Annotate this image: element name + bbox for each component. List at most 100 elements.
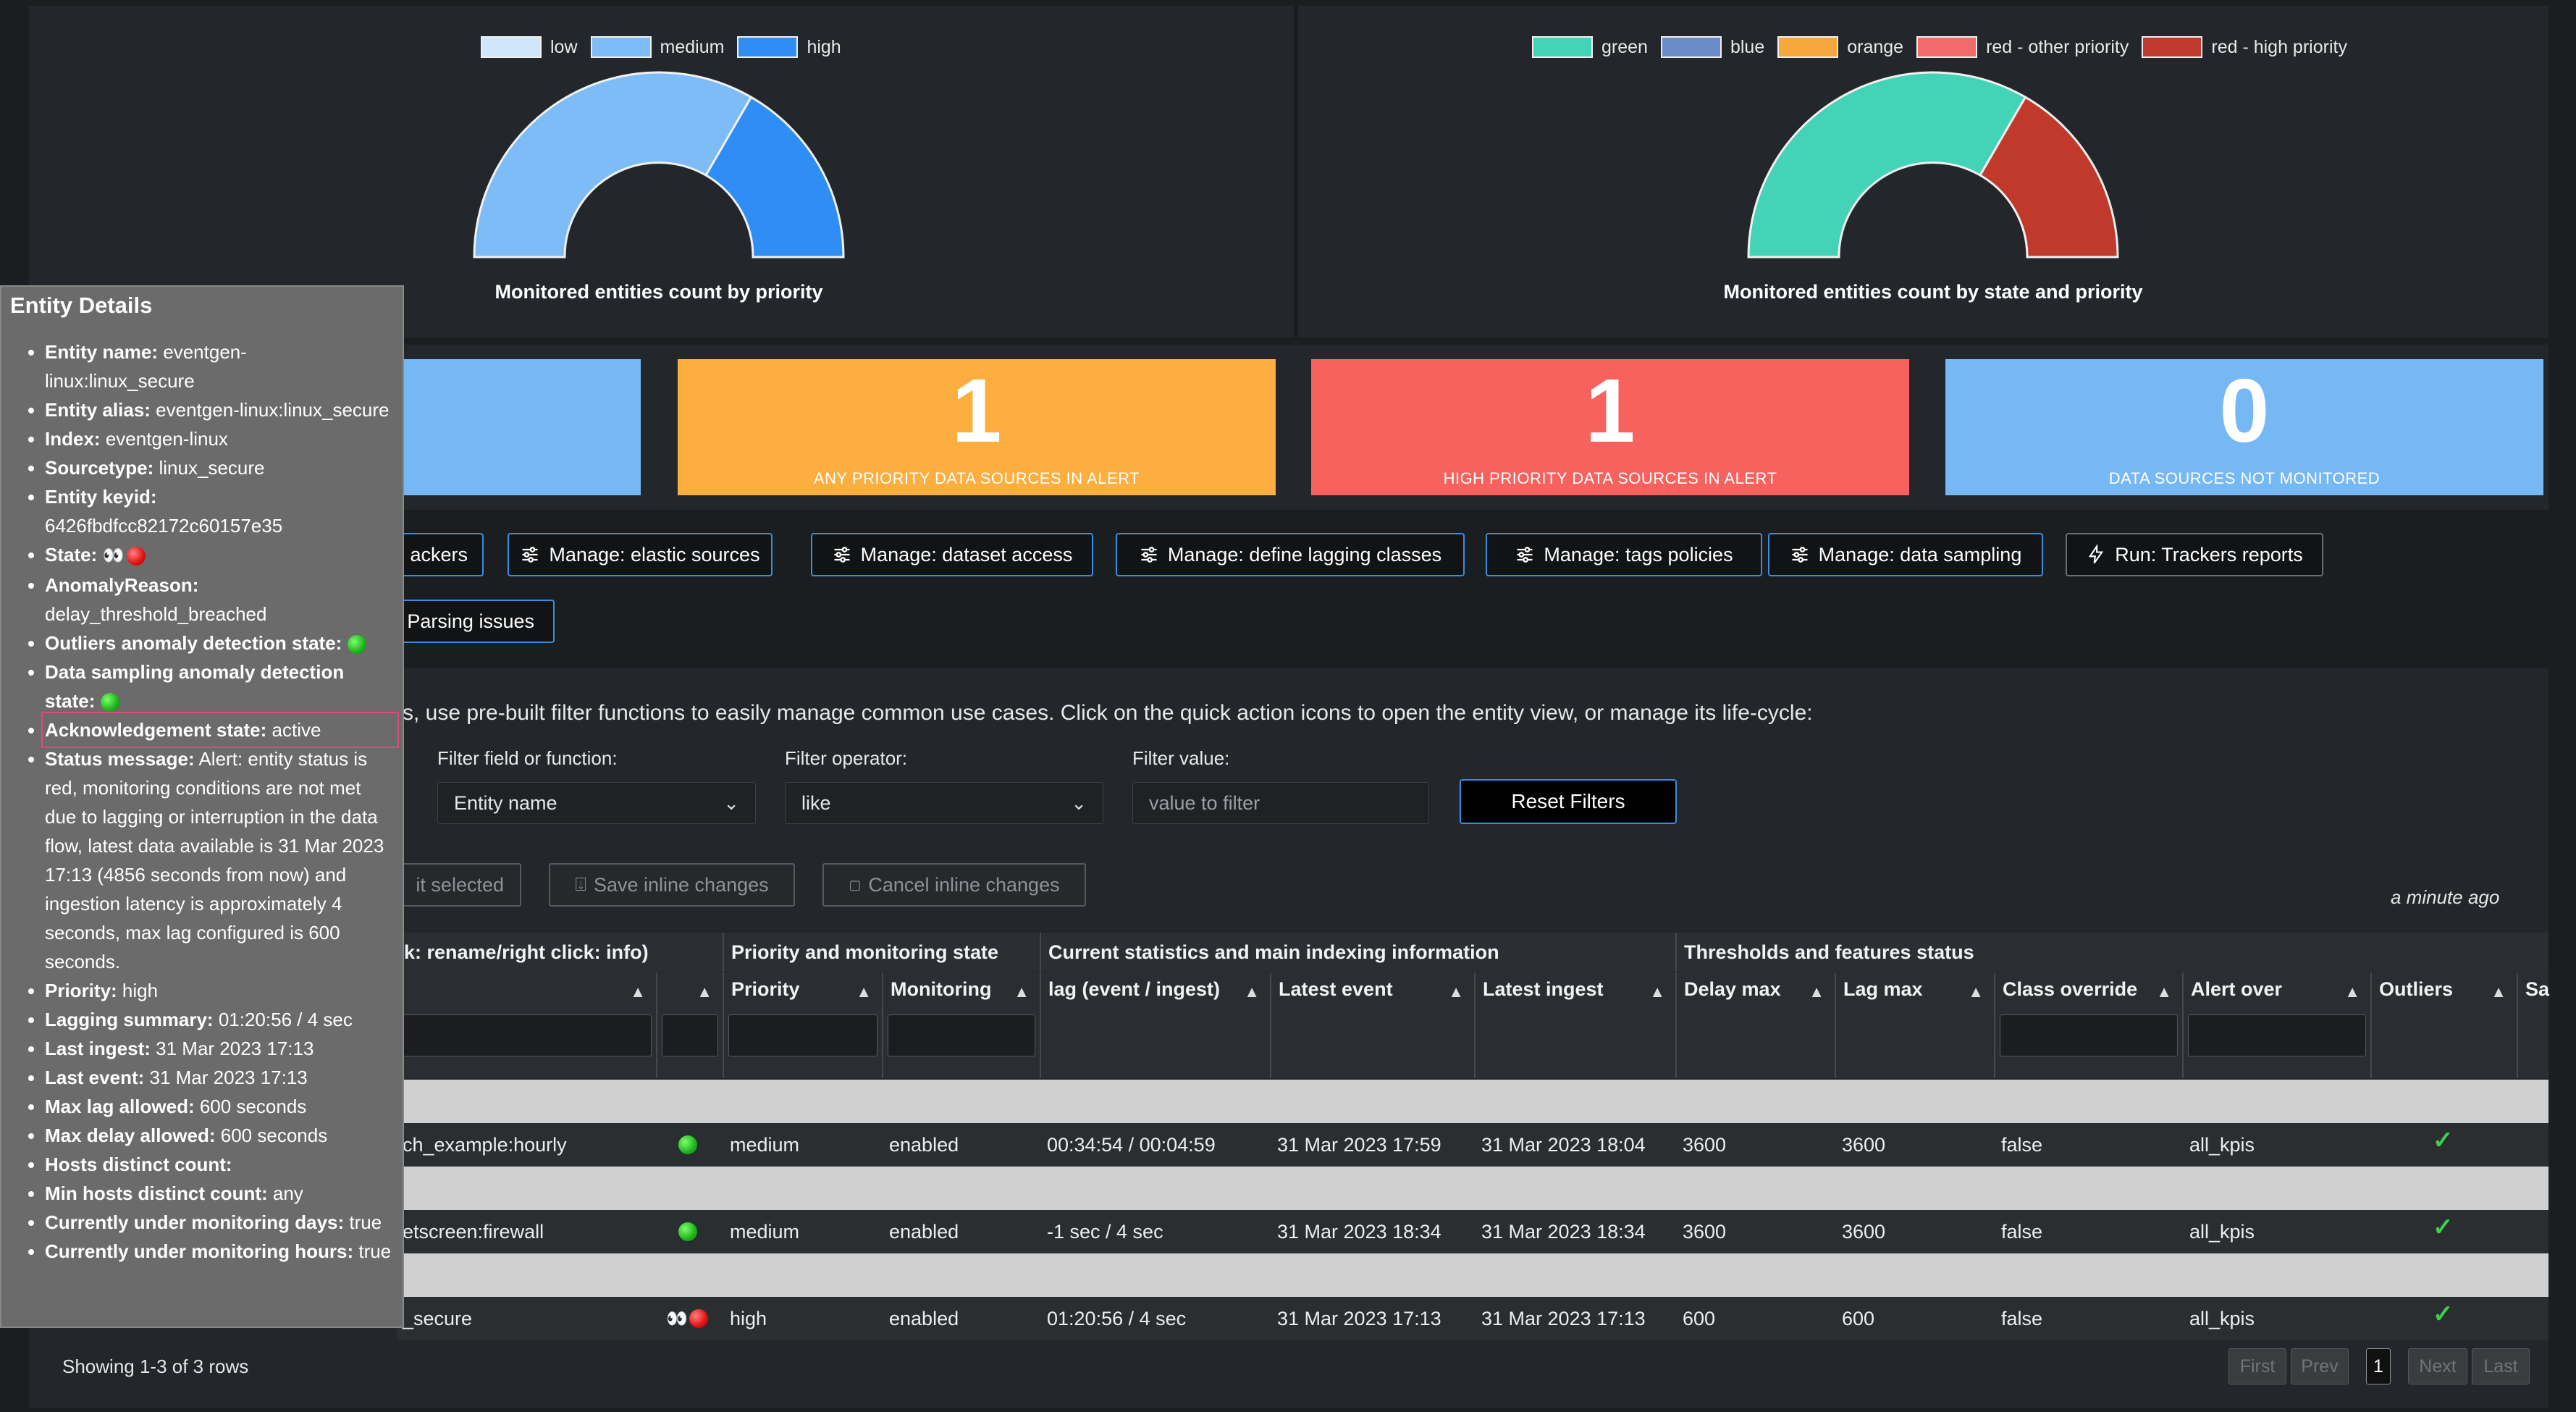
cancel-inline-changes-button[interactable]: ▢ Cancel inline changes <box>822 863 1086 907</box>
detail-item: Outliers anomaly detection state: <box>45 629 395 657</box>
kpi-high-priority-alert[interactable]: 1 HIGH PRIORITY DATA SOURCES IN ALERT <box>1311 359 1909 495</box>
cell-alert-over[interactable]: all_kpis <box>2189 1297 2255 1340</box>
column-header-delay-max[interactable]: Delay max ▲ <box>1677 972 1836 1078</box>
edit-selected-button[interactable]: it selected <box>403 863 521 907</box>
sort-icon[interactable]: ▲ <box>856 983 872 1001</box>
red-status-icon <box>689 1309 708 1328</box>
column-header-state[interactable]: ▲ <box>657 972 724 1078</box>
cell-alert-over[interactable]: all_kpis <box>2189 1123 2255 1167</box>
legend-item-high[interactable]: high <box>737 36 841 58</box>
cell-state[interactable] <box>678 1123 697 1167</box>
column-header-name[interactable]: ▲ <box>397 972 657 1078</box>
priority-chart-title: Monitored entities count by priority <box>494 281 823 303</box>
cell-monitoring[interactable]: enabled <box>889 1297 959 1340</box>
cell-state[interactable]: 👀 <box>666 1297 708 1340</box>
sort-icon[interactable]: ▲ <box>2344 983 2360 1001</box>
cell-class-override[interactable]: false <box>2001 1297 2042 1340</box>
pager-next-button[interactable]: Next <box>2408 1348 2467 1384</box>
sort-icon[interactable]: ▲ <box>2156 983 2172 1001</box>
cell-state[interactable] <box>678 1210 697 1253</box>
cell-latest-ingest: 31 Mar 2023 18:04 <box>1481 1133 1646 1156</box>
legend-item-green[interactable]: green <box>1532 36 1648 58</box>
pager-last-button[interactable]: Last <box>2472 1348 2530 1384</box>
filter-operator-label: Filter operator: <box>785 747 908 769</box>
pager-first-button[interactable]: First <box>2228 1348 2286 1384</box>
cell-monitoring[interactable]: enabled <box>889 1210 959 1253</box>
sort-icon[interactable]: ▲ <box>1448 983 1464 1001</box>
legend-item-blue[interactable]: blue <box>1660 36 1764 58</box>
column-filter-input[interactable] <box>728 1014 877 1056</box>
legend-item-red-other[interactable]: red - other priority <box>1916 36 2129 58</box>
cell-delay-max[interactable]: 600 <box>1683 1297 1715 1340</box>
column-header-priority[interactable]: Priority ▲ <box>724 972 883 1078</box>
sort-icon[interactable]: ▲ <box>630 983 646 1001</box>
sort-icon[interactable]: ▲ <box>1649 983 1665 1001</box>
filter-value-input[interactable]: value to filter <box>1132 782 1429 824</box>
pager-prev-button[interactable]: Prev <box>2291 1348 2349 1384</box>
legend-item-low[interactable]: low <box>481 36 578 58</box>
column-header-alert-over[interactable]: Alert over ▲ <box>2184 972 2372 1078</box>
detail-item: Entity keyid: 6426fbdfcc82172c60157e35 <box>45 482 395 540</box>
column-header-latest-ingest[interactable]: Latest ingest ▲ <box>1476 972 1677 1078</box>
manage-elastic-sources-button[interactable]: Manage: elastic sources <box>508 533 773 576</box>
sliders-icon <box>1141 547 1157 563</box>
column-filter-input[interactable] <box>2000 1014 2178 1056</box>
column-header-lag-max[interactable]: Lag max ▲ <box>1836 972 1995 1078</box>
manage-data-sampling-button[interactable]: Manage: data sampling <box>1768 533 2043 576</box>
cell-entity-name[interactable]: ch_example:hourly <box>403 1123 567 1167</box>
legend-item-orange[interactable]: orange <box>1777 36 1903 58</box>
cell-lag-max[interactable]: 3600 <box>1842 1123 1885 1167</box>
column-filter-input[interactable] <box>2188 1014 2366 1056</box>
run-trackers-reports-button[interactable]: Run: Trackers reports <box>2066 533 2323 576</box>
filter-field-label: Filter field or function: <box>437 747 618 769</box>
column-header-latest-event[interactable]: Latest event ▲ <box>1271 972 1476 1078</box>
cell-delay-max[interactable]: 3600 <box>1683 1210 1726 1253</box>
column-filter-input[interactable] <box>662 1014 718 1056</box>
save-inline-changes-button[interactable]: ⍗ Save inline changes <box>549 863 795 907</box>
sort-icon[interactable]: ▲ <box>1968 983 1984 1001</box>
cell-priority[interactable]: high <box>730 1297 767 1340</box>
sort-icon[interactable]: ▲ <box>1244 983 1260 1001</box>
sort-icon[interactable]: ▲ <box>696 983 712 1001</box>
manage-lagging-classes-button[interactable]: Manage: define lagging classes <box>1116 533 1465 576</box>
filter-field-select[interactable]: Entity name ⌄ <box>437 782 756 824</box>
column-filter-input[interactable] <box>888 1014 1035 1056</box>
sort-icon[interactable]: ▲ <box>1014 983 1030 1001</box>
column-header-monitoring[interactable]: Monitoring ▲ <box>883 972 1041 1078</box>
cell-entity-name[interactable]: _secure <box>403 1297 472 1340</box>
column-header-class-override[interactable]: Class override ▲ <box>1995 972 2184 1078</box>
reset-filters-button[interactable]: Reset Filters <box>1460 779 1677 824</box>
cell-class-override[interactable]: false <box>2001 1210 2042 1253</box>
slice-medium[interactable] <box>473 71 753 259</box>
state-donut-chart[interactable] <box>1745 69 2121 264</box>
pager-page-1[interactable]: 1 <box>2366 1348 2391 1384</box>
slice-green[interactable] <box>1747 71 2027 259</box>
detail-item: Max delay allowed: 600 seconds <box>45 1121 395 1150</box>
row-separator <box>397 1080 2548 1123</box>
cell-priority[interactable]: medium <box>730 1210 799 1253</box>
kpi-not-monitored[interactable]: 0 DATA SOURCES NOT MONITORED <box>1945 359 2543 495</box>
column-header-lag[interactable]: lag (event / ingest) ▲ <box>1041 972 1271 1078</box>
legend-item-medium[interactable]: medium <box>590 36 724 58</box>
sort-icon[interactable]: ▲ <box>2491 983 2506 1001</box>
kpi-partial-panel[interactable] <box>402 359 641 495</box>
manage-dataset-access-button[interactable]: Manage: dataset access <box>811 533 1093 576</box>
column-header-sa[interactable]: Sa <box>2518 972 2549 1078</box>
manage-tags-policies-button[interactable]: Manage: tags policies <box>1486 533 1762 576</box>
cell-monitoring[interactable]: enabled <box>889 1123 959 1167</box>
cell-lag-max[interactable]: 3600 <box>1842 1210 1885 1253</box>
cell-priority[interactable]: medium <box>730 1123 799 1167</box>
sort-icon[interactable]: ▲ <box>1809 983 1824 1001</box>
legend-item-red-high[interactable]: red - high priority <box>2142 36 2347 58</box>
cell-class-override[interactable]: false <box>2001 1123 2042 1167</box>
column-header-outliers[interactable]: Outliers ▲ <box>2372 972 2518 1078</box>
kpi-any-priority-alert[interactable]: 1 ANY PRIORITY DATA SOURCES IN ALERT <box>678 359 1276 495</box>
filter-operator-select[interactable]: like ⌄ <box>785 782 1103 824</box>
cell-lag-max[interactable]: 600 <box>1842 1297 1874 1340</box>
table-instructions: s, use pre-built filter functions to eas… <box>403 701 1813 725</box>
cell-alert-over[interactable]: all_kpis <box>2189 1210 2255 1253</box>
priority-donut-chart[interactable] <box>471 69 847 264</box>
cell-delay-max[interactable]: 3600 <box>1683 1123 1726 1167</box>
cell-entity-name[interactable]: etscreen:firewall <box>403 1210 544 1253</box>
column-filter-input[interactable] <box>401 1014 652 1056</box>
